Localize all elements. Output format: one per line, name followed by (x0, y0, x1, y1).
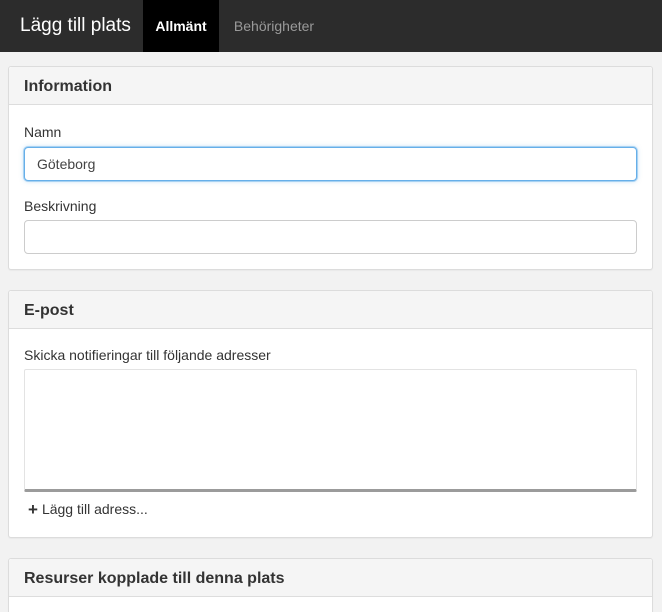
resources-panel-heading: Resurser kopplade till denna plats (9, 559, 652, 597)
email-panel: E-post Skicka notifieringar till följand… (8, 290, 653, 538)
information-panel-heading: Information (9, 67, 652, 105)
information-heading: Information (24, 78, 112, 95)
address-list[interactable] (24, 369, 637, 492)
name-label: Namn (24, 124, 62, 140)
description-input[interactable] (24, 220, 637, 254)
description-label: Beskrivning (24, 198, 97, 214)
resources-panel: Resurser kopplade till denna plats (8, 558, 653, 612)
add-address-link[interactable]: + Lägg till adress... (28, 499, 148, 519)
notify-addresses-label: Skicka notifieringar till följande adres… (24, 347, 271, 363)
email-panel-heading: E-post (9, 291, 652, 329)
plus-icon: + (28, 500, 38, 519)
email-heading: E-post (24, 302, 74, 319)
page-title: Lägg till plats (20, 15, 131, 36)
resources-heading: Resurser kopplade till denna plats (24, 570, 285, 587)
add-address-label: Lägg till adress... (41, 501, 148, 517)
tab-permissions[interactable]: Behörigheter (219, 0, 329, 52)
information-panel: Information Namn Beskrivning (8, 66, 653, 270)
top-navbar: Lägg till plats Allmänt Behörigheter (0, 0, 662, 52)
name-input[interactable] (24, 147, 637, 181)
tab-general[interactable]: Allmänt (143, 0, 219, 52)
